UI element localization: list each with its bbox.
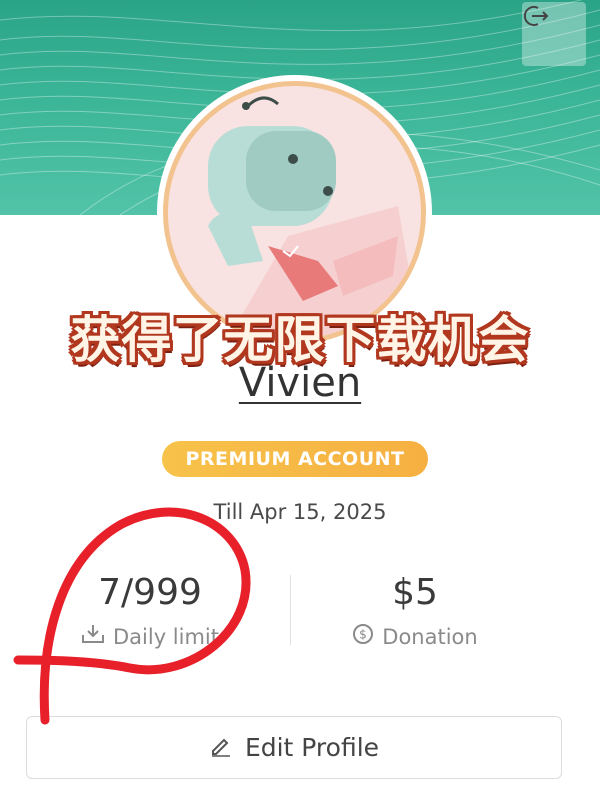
dollar-circle-icon: $ <box>352 623 374 650</box>
donation-value: $5 <box>392 572 438 613</box>
donation-stat: $5 $ Donation <box>285 572 545 650</box>
username-link[interactable]: Vivien <box>0 360 600 406</box>
download-icon <box>81 623 105 650</box>
logout-button[interactable] <box>522 2 586 66</box>
donation-label: Donation <box>382 624 478 649</box>
edit-profile-label: Edit Profile <box>244 733 380 762</box>
daily-limit-stat: 7/999 Daily limit <box>20 572 280 650</box>
daily-limit-label: Daily limit <box>112 624 219 649</box>
pencil-icon <box>209 733 233 763</box>
daily-limit-value: 7/999 <box>98 572 202 613</box>
svg-text:$: $ <box>359 628 367 642</box>
premium-account-badge: PREMIUM ACCOUNT <box>162 441 428 477</box>
edit-profile-button[interactable]: Edit Profile <box>26 716 562 779</box>
premium-expiry-text: Till Apr 15, 2025 <box>213 500 387 524</box>
